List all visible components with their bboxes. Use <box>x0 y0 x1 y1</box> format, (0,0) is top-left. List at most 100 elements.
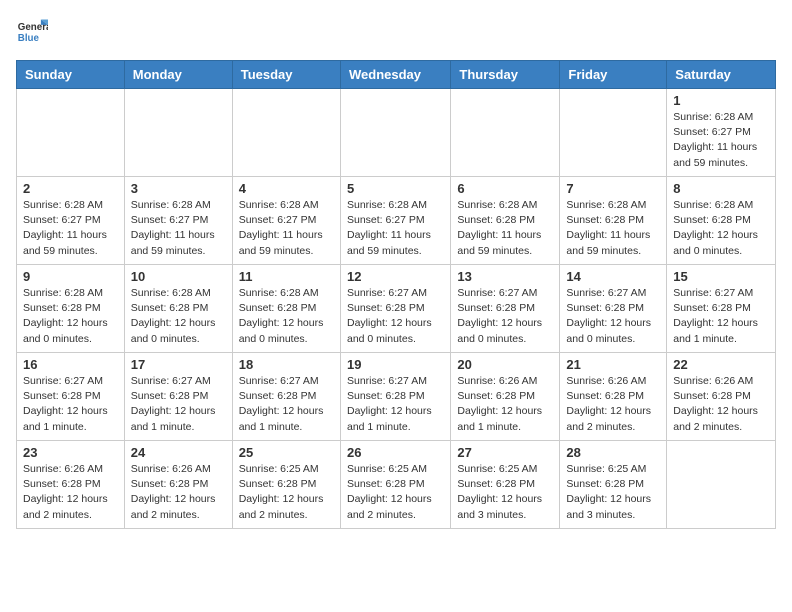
week-row-4: 16 Sunrise: 6:27 AM Sunset: 6:28 PM Dayli… <box>17 353 776 441</box>
day-info: Sunrise: 6:26 AM Sunset: 6:28 PM Dayligh… <box>566 374 660 435</box>
day-number: 19 <box>347 357 444 372</box>
day-cell: 21 Sunrise: 6:26 AM Sunset: 6:28 PM Dayli… <box>560 353 667 441</box>
day-info: Sunrise: 6:27 AM Sunset: 6:28 PM Dayligh… <box>673 286 769 347</box>
day-info: Sunrise: 6:28 AM Sunset: 6:27 PM Dayligh… <box>347 198 444 259</box>
day-info: Sunrise: 6:27 AM Sunset: 6:28 PM Dayligh… <box>347 374 444 435</box>
day-info: Sunrise: 6:26 AM Sunset: 6:28 PM Dayligh… <box>23 462 118 523</box>
day-cell <box>232 89 340 177</box>
day-info: Sunrise: 6:28 AM Sunset: 6:28 PM Dayligh… <box>457 198 553 259</box>
day-number: 3 <box>131 181 226 196</box>
day-number: 22 <box>673 357 769 372</box>
day-number: 23 <box>23 445 118 460</box>
day-number: 24 <box>131 445 226 460</box>
day-info: Sunrise: 6:27 AM Sunset: 6:28 PM Dayligh… <box>566 286 660 347</box>
day-number: 25 <box>239 445 334 460</box>
day-cell: 27 Sunrise: 6:25 AM Sunset: 6:28 PM Dayli… <box>451 441 560 529</box>
day-cell: 9 Sunrise: 6:28 AM Sunset: 6:28 PM Daylig… <box>17 265 125 353</box>
day-info: Sunrise: 6:27 AM Sunset: 6:28 PM Dayligh… <box>131 374 226 435</box>
day-cell <box>560 89 667 177</box>
day-info: Sunrise: 6:28 AM Sunset: 6:28 PM Dayligh… <box>566 198 660 259</box>
col-header-sunday: Sunday <box>17 61 125 89</box>
day-number: 28 <box>566 445 660 460</box>
day-cell: 26 Sunrise: 6:25 AM Sunset: 6:28 PM Dayli… <box>340 441 450 529</box>
day-number: 10 <box>131 269 226 284</box>
col-header-monday: Monday <box>124 61 232 89</box>
svg-text:Blue: Blue <box>18 33 40 44</box>
day-info: Sunrise: 6:28 AM Sunset: 6:27 PM Dayligh… <box>673 110 769 171</box>
day-info: Sunrise: 6:26 AM Sunset: 6:28 PM Dayligh… <box>131 462 226 523</box>
day-cell: 24 Sunrise: 6:26 AM Sunset: 6:28 PM Dayli… <box>124 441 232 529</box>
day-cell <box>124 89 232 177</box>
week-row-1: 1 Sunrise: 6:28 AM Sunset: 6:27 PM Daylig… <box>17 89 776 177</box>
day-number: 11 <box>239 269 334 284</box>
day-number: 12 <box>347 269 444 284</box>
day-cell: 16Sunrise: 6:27 AM Sunset: 6:28 PM Dayli… <box>17 353 125 441</box>
col-header-thursday: Thursday <box>451 61 560 89</box>
day-cell <box>340 89 450 177</box>
day-cell <box>451 89 560 177</box>
week-row-3: 9 Sunrise: 6:28 AM Sunset: 6:28 PM Daylig… <box>17 265 776 353</box>
day-number: 18 <box>239 357 334 372</box>
day-info: Sunrise: 6:28 AM Sunset: 6:27 PM Dayligh… <box>23 198 118 259</box>
day-info: Sunrise: 6:25 AM Sunset: 6:28 PM Dayligh… <box>457 462 553 523</box>
day-number: 1 <box>673 93 769 108</box>
calendar-header-row: SundayMondayTuesdayWednesdayThursdayFrid… <box>17 61 776 89</box>
col-header-tuesday: Tuesday <box>232 61 340 89</box>
day-number: 21 <box>566 357 660 372</box>
logo: General Blue <box>16 16 52 48</box>
day-cell: 7 Sunrise: 6:28 AM Sunset: 6:28 PM Daylig… <box>560 177 667 265</box>
day-number: 27 <box>457 445 553 460</box>
day-info: Sunrise: 6:25 AM Sunset: 6:28 PM Dayligh… <box>347 462 444 523</box>
day-cell: 8 Sunrise: 6:28 AM Sunset: 6:28 PM Daylig… <box>667 177 776 265</box>
day-number: 26 <box>347 445 444 460</box>
day-cell: 28 Sunrise: 6:25 AM Sunset: 6:28 PM Dayli… <box>560 441 667 529</box>
day-info: Sunrise: 6:28 AM Sunset: 6:28 PM Dayligh… <box>673 198 769 259</box>
day-info: Sunrise: 6:28 AM Sunset: 6:28 PM Dayligh… <box>239 286 334 347</box>
day-cell: 14Sunrise: 6:27 AM Sunset: 6:28 PM Dayli… <box>560 265 667 353</box>
day-number: 6 <box>457 181 553 196</box>
col-header-saturday: Saturday <box>667 61 776 89</box>
col-header-wednesday: Wednesday <box>340 61 450 89</box>
day-cell: 25 Sunrise: 6:25 AM Sunset: 6:28 PM Dayli… <box>232 441 340 529</box>
day-info: Sunrise: 6:26 AM Sunset: 6:28 PM Dayligh… <box>457 374 553 435</box>
day-cell: 3 Sunrise: 6:28 AM Sunset: 6:27 PM Daylig… <box>124 177 232 265</box>
day-info: Sunrise: 6:28 AM Sunset: 6:27 PM Dayligh… <box>239 198 334 259</box>
day-cell: 4 Sunrise: 6:28 AM Sunset: 6:27 PM Daylig… <box>232 177 340 265</box>
day-cell: 12 Sunrise: 6:27 AM Sunset: 6:28 PM Dayli… <box>340 265 450 353</box>
week-row-5: 23 Sunrise: 6:26 AM Sunset: 6:28 PM Dayli… <box>17 441 776 529</box>
day-cell <box>667 441 776 529</box>
day-cell: 20 Sunrise: 6:26 AM Sunset: 6:28 PM Dayli… <box>451 353 560 441</box>
day-info: Sunrise: 6:28 AM Sunset: 6:27 PM Dayligh… <box>131 198 226 259</box>
day-info: Sunrise: 6:25 AM Sunset: 6:28 PM Dayligh… <box>239 462 334 523</box>
day-number: 15 <box>673 269 769 284</box>
calendar-table: SundayMondayTuesdayWednesdayThursdayFrid… <box>16 60 776 529</box>
day-info: Sunrise: 6:25 AM Sunset: 6:28 PM Dayligh… <box>566 462 660 523</box>
day-info: Sunrise: 6:27 AM Sunset: 6:28 PM Dayligh… <box>457 286 553 347</box>
logo-icon: General Blue <box>16 16 48 48</box>
day-number: 13 <box>457 269 553 284</box>
day-cell: 5Sunrise: 6:28 AM Sunset: 6:27 PM Daylig… <box>340 177 450 265</box>
day-cell: 17 Sunrise: 6:27 AM Sunset: 6:28 PM Dayli… <box>124 353 232 441</box>
day-info: Sunrise: 6:28 AM Sunset: 6:28 PM Dayligh… <box>131 286 226 347</box>
day-cell: 1 Sunrise: 6:28 AM Sunset: 6:27 PM Daylig… <box>667 89 776 177</box>
day-number: 8 <box>673 181 769 196</box>
day-cell: 2 Sunrise: 6:28 AM Sunset: 6:27 PM Daylig… <box>17 177 125 265</box>
day-number: 2 <box>23 181 118 196</box>
day-number: 16 <box>23 357 118 372</box>
page-header: General Blue <box>16 16 776 48</box>
day-info: Sunrise: 6:28 AM Sunset: 6:28 PM Dayligh… <box>23 286 118 347</box>
day-cell: 11 Sunrise: 6:28 AM Sunset: 6:28 PM Dayli… <box>232 265 340 353</box>
day-number: 7 <box>566 181 660 196</box>
week-row-2: 2 Sunrise: 6:28 AM Sunset: 6:27 PM Daylig… <box>17 177 776 265</box>
day-number: 20 <box>457 357 553 372</box>
day-info: Sunrise: 6:27 AM Sunset: 6:28 PM Dayligh… <box>239 374 334 435</box>
day-info: Sunrise: 6:27 AM Sunset: 6:28 PM Dayligh… <box>347 286 444 347</box>
day-number: 17 <box>131 357 226 372</box>
day-number: 9 <box>23 269 118 284</box>
day-cell: 15 Sunrise: 6:27 AM Sunset: 6:28 PM Dayli… <box>667 265 776 353</box>
day-cell <box>17 89 125 177</box>
day-number: 4 <box>239 181 334 196</box>
day-cell: 6 Sunrise: 6:28 AM Sunset: 6:28 PM Daylig… <box>451 177 560 265</box>
day-cell: 10 Sunrise: 6:28 AM Sunset: 6:28 PM Dayli… <box>124 265 232 353</box>
col-header-friday: Friday <box>560 61 667 89</box>
